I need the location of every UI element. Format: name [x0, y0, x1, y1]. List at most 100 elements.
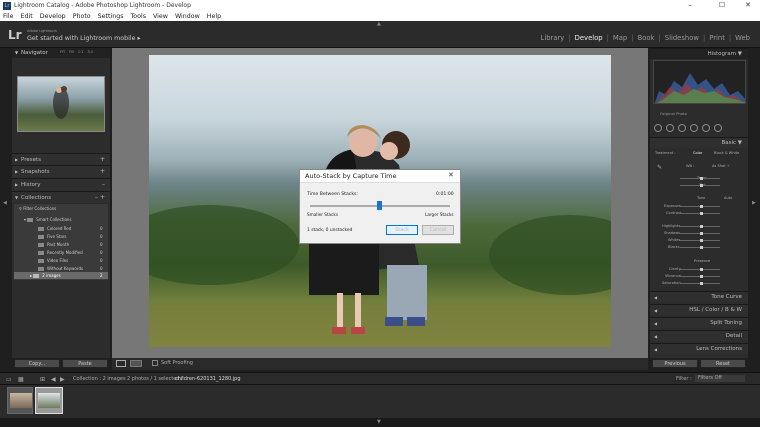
- add-collection-icon[interactable]: +: [100, 192, 105, 204]
- clear-history-icon[interactable]: –: [102, 179, 105, 191]
- collections-header[interactable]: ▼ Collections – +: [12, 191, 110, 203]
- crop-icon[interactable]: [654, 124, 662, 132]
- lightroom-logo: Lr: [8, 28, 22, 42]
- wb-select[interactable]: As Shot ÷: [712, 164, 730, 168]
- zoom-fill[interactable]: Fill: [69, 50, 74, 54]
- zoom-fit[interactable]: FIT: [60, 50, 65, 54]
- spot-removal-icon[interactable]: [666, 124, 674, 132]
- highlights-slider-knob[interactable]: [700, 225, 703, 228]
- histogram-chart[interactable]: [653, 60, 746, 104]
- filter-label: Filter :: [676, 376, 692, 382]
- menu-develop[interactable]: Develop: [40, 13, 66, 20]
- grid-view-icon[interactable]: ▦: [18, 376, 24, 383]
- collapse-right-panel-icon[interactable]: ▶: [752, 200, 756, 206]
- copy-settings-button[interactable]: Copy...: [14, 359, 60, 368]
- soft-proofing-checkbox[interactable]: [152, 360, 158, 366]
- module-web[interactable]: Web: [731, 34, 754, 42]
- clarity-slider-knob[interactable]: [700, 268, 703, 271]
- forward-arrow-icon[interactable]: ▶: [60, 376, 65, 383]
- back-arrow-icon[interactable]: ◀: [51, 376, 56, 383]
- filmstrip-thumbnail-selected[interactable]: [35, 387, 63, 414]
- tone-curve-header[interactable]: ◀ Tone Curve: [650, 291, 748, 302]
- collapse-left-panel-icon[interactable]: ◀: [3, 200, 7, 206]
- contrast-slider-knob[interactable]: [700, 212, 703, 215]
- radial-filter-icon[interactable]: [702, 124, 710, 132]
- shadows-slider-knob[interactable]: [700, 232, 703, 235]
- minimize-icon[interactable]: –: [680, 0, 700, 11]
- menu-photo[interactable]: Photo: [73, 13, 91, 20]
- histogram-header[interactable]: Histogram ▼: [650, 48, 748, 59]
- module-print[interactable]: Print: [705, 34, 729, 42]
- collapse-top-panel-icon[interactable]: ▲: [377, 21, 381, 27]
- hsl-header[interactable]: ◀ HSL / Color / B & W: [650, 304, 748, 315]
- before-after-view-icon[interactable]: [130, 360, 142, 367]
- selected-collection-row[interactable]: [14, 272, 108, 279]
- zoom-1-1[interactable]: 1:1: [78, 50, 84, 54]
- saturation-slider-knob[interactable]: [700, 282, 703, 285]
- loupe-view-icon[interactable]: [116, 360, 126, 367]
- eyedropper-icon[interactable]: ✎: [657, 164, 662, 171]
- menu-tools[interactable]: Tools: [130, 13, 146, 20]
- tint-slider-knob[interactable]: [700, 184, 703, 187]
- collection-source[interactable]: Collection : 2 images: [73, 376, 126, 382]
- module-map[interactable]: Map: [609, 34, 631, 42]
- maximize-icon[interactable]: ☐: [712, 0, 732, 11]
- smart-collections-folder[interactable]: ▾ Smart Collections: [24, 217, 72, 222]
- lens-corrections-header[interactable]: ◀ Lens Corrections: [650, 343, 748, 354]
- blacks-slider-knob[interactable]: [700, 246, 703, 249]
- previous-button[interactable]: Previous: [652, 359, 698, 368]
- module-develop[interactable]: Develop: [571, 34, 607, 42]
- vibrance-slider-knob[interactable]: [700, 275, 703, 278]
- exposure-slider-knob[interactable]: [700, 205, 703, 208]
- reset-button[interactable]: Reset: [700, 359, 746, 368]
- grid-icon[interactable]: ⊞: [40, 376, 45, 383]
- collection-item[interactable]: Colored Red: [38, 226, 71, 231]
- history-header[interactable]: ▶ History –: [12, 178, 110, 190]
- filter-collections[interactable]: ⚲ Filter Collections: [19, 206, 56, 211]
- red-eye-icon[interactable]: [678, 124, 686, 132]
- basic-header[interactable]: Basic ▼: [650, 137, 748, 148]
- stack-button[interactable]: Stack: [386, 225, 418, 235]
- treatment-bw-option[interactable]: Black & White: [714, 151, 739, 155]
- cancel-button[interactable]: Cancel: [422, 225, 454, 235]
- highlights-label: Highlights: [662, 224, 681, 228]
- collection-item[interactable]: Five Stars: [38, 234, 67, 239]
- menu-help[interactable]: Help: [207, 13, 221, 20]
- time-slider-thumb[interactable]: [376, 201, 382, 210]
- menu-file[interactable]: File: [3, 13, 14, 20]
- secondary-window-icon[interactable]: ▭: [6, 376, 12, 383]
- split-toning-header[interactable]: ◀ Split Toning: [650, 317, 748, 328]
- module-slideshow[interactable]: Slideshow: [661, 34, 703, 42]
- treatment-color-option[interactable]: Color: [693, 151, 702, 155]
- temp-slider-knob[interactable]: [700, 177, 703, 180]
- whites-slider-knob[interactable]: [700, 239, 703, 242]
- collapse-filmstrip-icon[interactable]: ▼: [377, 419, 381, 425]
- menu-settings[interactable]: Settings: [98, 13, 124, 20]
- presets-header[interactable]: ▶ Presets +: [12, 153, 110, 165]
- close-icon[interactable]: ✕: [448, 171, 454, 179]
- collection-item-selected[interactable]: ▸ 2 images: [30, 273, 61, 278]
- menu-edit[interactable]: Edit: [21, 13, 33, 20]
- mobile-promo-link[interactable]: Get started with Lightroom mobile ▸: [27, 35, 141, 42]
- snapshots-header[interactable]: ▶ Snapshots +: [12, 165, 110, 177]
- menu-window[interactable]: Window: [175, 13, 200, 20]
- collection-item[interactable]: Video Files: [38, 258, 68, 263]
- navigator-preview[interactable]: [17, 76, 105, 132]
- menu-view[interactable]: View: [153, 13, 168, 20]
- graduated-filter-icon[interactable]: [690, 124, 698, 132]
- zoom-3-1[interactable]: 3:1: [88, 50, 94, 54]
- detail-header[interactable]: ◀ Detail: [650, 330, 748, 341]
- adjustment-brush-icon[interactable]: [714, 124, 722, 132]
- tone-auto-button[interactable]: Auto: [724, 196, 732, 200]
- remove-collection-icon[interactable]: –: [95, 192, 98, 204]
- collection-item[interactable]: Recently Modified: [38, 250, 83, 255]
- collection-item[interactable]: Without Keywords: [38, 266, 83, 271]
- close-icon[interactable]: ✕: [738, 0, 758, 11]
- module-book[interactable]: Book: [634, 34, 659, 42]
- module-library[interactable]: Library: [537, 34, 569, 42]
- filmstrip-thumbnail[interactable]: [7, 387, 33, 414]
- add-snapshot-icon[interactable]: +: [100, 166, 105, 178]
- filter-select[interactable]: Filters Off: [695, 375, 745, 382]
- collection-item[interactable]: Past Month: [38, 242, 69, 247]
- paste-settings-button[interactable]: Paste: [62, 359, 108, 368]
